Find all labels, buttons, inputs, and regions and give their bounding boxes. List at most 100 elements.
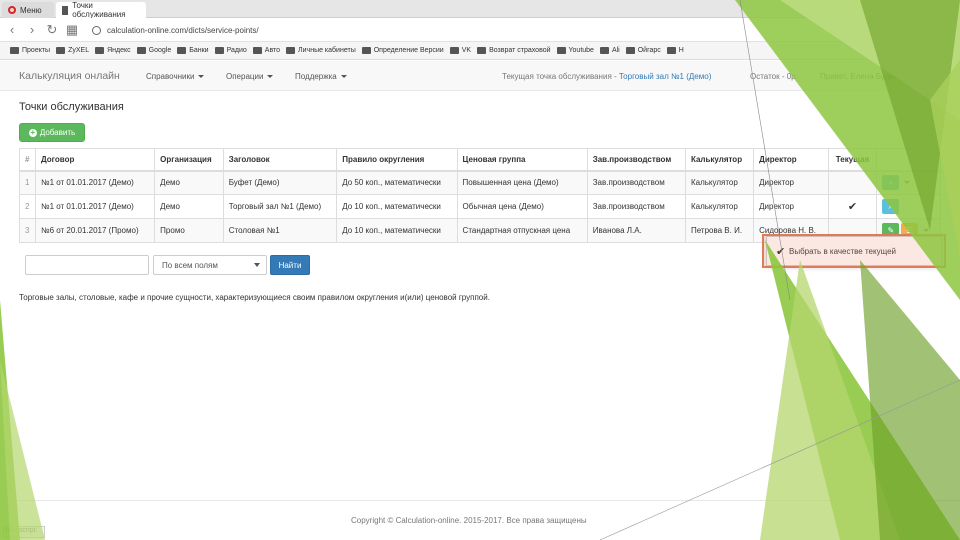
- cell-title-link[interactable]: Столовая №1: [222, 218, 338, 243]
- bookmark-item[interactable]: Google: [136, 47, 171, 54]
- bookmark-item[interactable]: Возврат страховой: [477, 47, 551, 54]
- url-field[interactable]: calculation-online.com/dicts/service-poi…: [92, 22, 862, 38]
- tab-label: Меню: [20, 5, 42, 15]
- cell-org-link[interactable]: Промо: [154, 218, 224, 243]
- url-text: calculation-online.com/dicts/service-poi…: [107, 25, 259, 35]
- table-row: 1 №1 от 01.01.2017 (Демо) Демо Буфет (Де…: [19, 170, 941, 195]
- bookmark-item[interactable]: Н: [666, 47, 684, 54]
- forward-icon[interactable]: ›: [24, 22, 40, 38]
- page-title: Точки обслуживания: [19, 101, 124, 113]
- cell-calculator-link[interactable]: Калькулятор: [684, 170, 755, 195]
- col-header-contract[interactable]: Договор: [34, 148, 156, 172]
- col-header-actions: [876, 148, 941, 172]
- folder-icon: [214, 47, 224, 54]
- cell-director: Директор: [753, 170, 829, 195]
- cell-rounding: До 50 коп., математически: [336, 170, 458, 195]
- col-header-rounding[interactable]: Правило округления: [336, 148, 458, 172]
- cell-contract: №1 от 01.01.2017 (Демо): [34, 170, 156, 195]
- browser-tab-menu[interactable]: Меню: [2, 2, 54, 18]
- caret-down-icon[interactable]: [904, 181, 911, 185]
- cell-contract: №6 от 20.01.2017 (Промо): [34, 218, 156, 243]
- bookmark-item[interactable]: Определение Версии: [361, 47, 444, 54]
- menu-operations[interactable]: Операции: [226, 72, 274, 81]
- bookmark-item[interactable]: Авто: [252, 47, 280, 54]
- cell-actions: ⌕: [876, 170, 941, 195]
- folder-icon: [95, 47, 105, 54]
- browser-tab-service-points[interactable]: Точки обслуживания: [56, 1, 146, 19]
- col-header-title[interactable]: Заголовок: [222, 148, 338, 172]
- col-header-current[interactable]: Текущая: [827, 148, 878, 172]
- back-icon[interactable]: ‹: [4, 22, 20, 38]
- folder-icon: [10, 47, 19, 54]
- cell-title: Буфет (Демо): [222, 170, 338, 195]
- search-input[interactable]: [25, 255, 149, 275]
- cell-price-group: Повышенная цена (Демо): [456, 170, 588, 195]
- app-navbar: Калькуляция онлайн Справочники Операции …: [0, 61, 960, 91]
- table-row: 2 №1 от 01.01.2017 (Демо) Демо Торговый …: [19, 194, 941, 219]
- folder-icon: [666, 47, 676, 54]
- bookmark-item[interactable]: Ойгарс: [625, 47, 661, 54]
- bookmark-item[interactable]: Банки: [177, 47, 209, 54]
- grid-icon[interactable]: ▦: [64, 22, 80, 38]
- bookmark-item[interactable]: Личные кабинеты: [286, 47, 356, 54]
- check-icon: ✔: [827, 194, 878, 219]
- cell-num: 1: [19, 170, 36, 195]
- cell-rounding: До 10 коп., математически: [336, 194, 458, 219]
- browser-tabstrip: Меню Точки обслуживания: [0, 0, 960, 19]
- cell-director: Директор: [753, 194, 829, 219]
- search-icon[interactable]: ⌕: [882, 175, 900, 191]
- caret-down-icon[interactable]: [923, 229, 930, 232]
- current-point-info: Текущая точка обслуживания - Торговый за…: [502, 72, 712, 81]
- cell-num: 3: [19, 218, 36, 243]
- cell-calculator-link[interactable]: Калькулятор: [684, 194, 755, 219]
- bookmark-item[interactable]: Радио: [214, 47, 247, 54]
- col-header-director[interactable]: Директор: [753, 148, 829, 172]
- col-header-calculator[interactable]: Калькулятор: [684, 148, 755, 172]
- cell-price-group: Стандартная отпускная цена: [456, 218, 588, 243]
- cell-org: Демо: [154, 170, 224, 195]
- bookmark-item[interactable]: ZyXEL: [56, 47, 89, 54]
- cell-production-link[interactable]: Зав.производством: [586, 170, 686, 195]
- cell-rounding: До 10 коп., математически: [336, 218, 458, 243]
- cell-production: Иванова Л.А.: [586, 218, 686, 243]
- folder-icon: [556, 47, 566, 54]
- cell-contract: №1 от 01.01.2017 (Демо): [34, 194, 156, 219]
- page-description: Торговые залы, столовые, кафе и прочие с…: [19, 293, 490, 302]
- col-header-price-group[interactable]: Ценовая группа: [456, 148, 588, 172]
- menu-support[interactable]: Поддержка: [295, 72, 347, 81]
- cell-calculator: Петрова В. И.: [684, 218, 755, 243]
- search-icon[interactable]: ⌕: [882, 199, 900, 214]
- reload-icon[interactable]: ↻: [44, 22, 60, 38]
- bookmark-item[interactable]: Проекты: [10, 47, 50, 54]
- tab-label: Точки обслуживания: [72, 1, 126, 19]
- bookmark-item[interactable]: Ali: [599, 47, 620, 54]
- user-greeting[interactable]: Привет, Елена Будило: [820, 72, 903, 81]
- balance-text: Остаток - 0р.: [750, 72, 798, 81]
- col-header-org[interactable]: Организация: [154, 148, 224, 172]
- brand-link[interactable]: Калькуляция онлайн: [19, 70, 120, 82]
- folder-icon: [286, 47, 296, 54]
- globe-icon: [92, 25, 101, 35]
- bookmark-item[interactable]: Youtube: [556, 47, 594, 54]
- bookmark-item[interactable]: Яндекс: [95, 47, 131, 54]
- folder-icon: [477, 47, 487, 54]
- find-button[interactable]: Найти: [270, 255, 310, 275]
- col-header-production[interactable]: Зав.производством: [586, 148, 686, 172]
- caret-down-icon: [267, 75, 274, 79]
- cell-production-link[interactable]: Зав.производством: [586, 194, 686, 219]
- search-field-select[interactable]: По всем полям: [153, 255, 267, 275]
- menu-dictionaries[interactable]: Справочники: [146, 72, 205, 81]
- folder-icon: [56, 47, 66, 54]
- bookmark-item[interactable]: VK: [449, 47, 471, 54]
- cell-price-group: Обычная цена (Демо): [456, 194, 588, 219]
- address-bar: ‹ › ↻ ▦ calculation-online.com/dicts/ser…: [0, 18, 960, 42]
- current-point-link[interactable]: Торговый зал №1 (Демо): [619, 72, 711, 81]
- folder-icon: [625, 47, 635, 54]
- add-button[interactable]: + Добавить: [19, 123, 85, 142]
- page-icon: [62, 5, 69, 15]
- service-points-table: # Договор Организация Заголовок Правило …: [19, 148, 941, 243]
- caret-down-icon: [340, 75, 347, 79]
- cell-title: Торговый зал №1 (Демо): [222, 194, 338, 219]
- chevron-down-icon: [254, 263, 260, 267]
- cell-current: [827, 170, 878, 195]
